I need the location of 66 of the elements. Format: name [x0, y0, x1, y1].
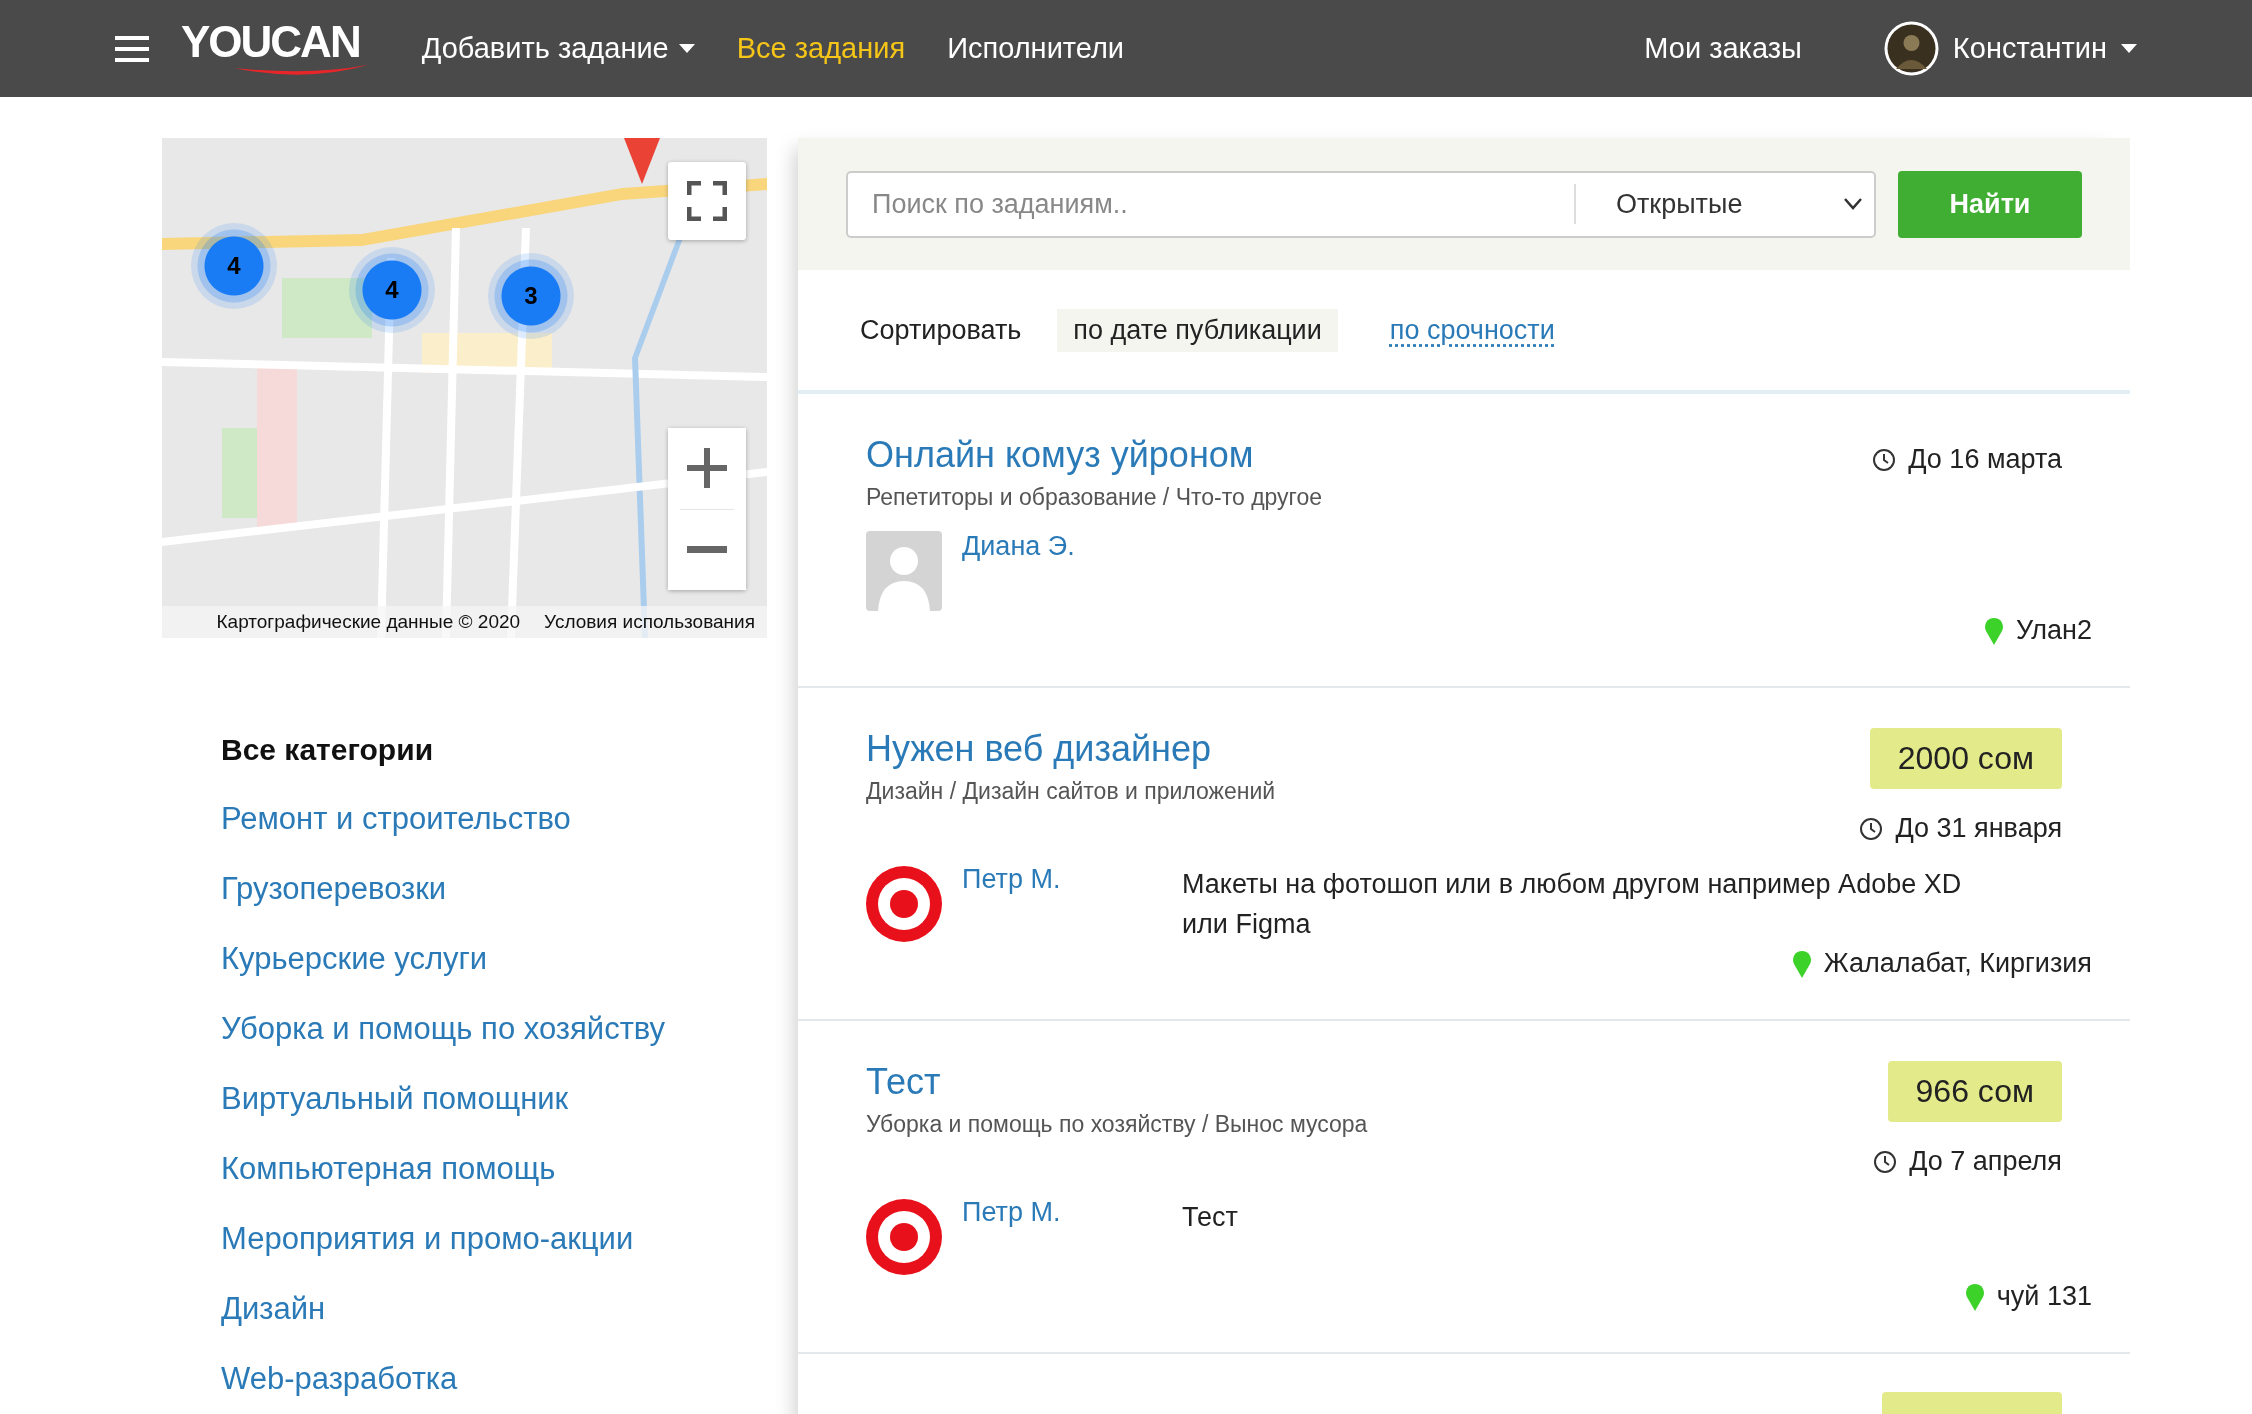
- task-description: Тест: [1182, 1201, 1239, 1234]
- task-category: Дизайн / Дизайн сайтов и приложений: [866, 778, 1277, 805]
- author-link[interactable]: Диана Э.: [962, 531, 1182, 562]
- nav-link[interactable]: Все задания: [736, 32, 906, 65]
- chevron-down-icon: [1844, 198, 1862, 210]
- category-link[interactable]: Дизайн: [221, 1291, 798, 1327]
- author-link[interactable]: Петр М.: [962, 1197, 1182, 1228]
- sort-label: Сортировать: [860, 314, 1022, 346]
- category-link[interactable]: Компьютерная помощь: [221, 1151, 798, 1187]
- avatar-placeholder-icon: [866, 531, 942, 611]
- category-link[interactable]: Ремонт и строительство: [221, 801, 798, 837]
- logo[interactable]: YOUCAN: [181, 18, 372, 79]
- zoom-in-button[interactable]: [668, 428, 746, 509]
- task-title-link[interactable]: Нужен веб дизайнер: [866, 728, 1212, 769]
- task-title-link[interactable]: Онлайн комуз уйроном: [866, 434, 1254, 475]
- price-badge: 966 сом: [1887, 1061, 2062, 1122]
- sort-option[interactable]: по срочности: [1373, 308, 1571, 352]
- nav-link[interactable]: Добавить задание: [421, 32, 695, 65]
- user-menu[interactable]: Константин: [1952, 32, 2137, 65]
- task-category: Уборка и помощь по хозяйству / Вынос мусора: [866, 1111, 1369, 1138]
- location-pin-icon: [1791, 949, 1812, 978]
- category-link[interactable]: Виртуальный помощник: [221, 1081, 798, 1117]
- location-pin-icon: [1964, 1282, 1985, 1311]
- terms-link[interactable]: Условия использования: [544, 611, 755, 633]
- category-link[interactable]: Курьерские услуги: [221, 941, 798, 977]
- category-link[interactable]: Web-разработка: [221, 1361, 798, 1397]
- price-badge: 2000 сом: [1869, 728, 2062, 789]
- sort-option[interactable]: по дате публикации: [1057, 308, 1338, 352]
- task-deadline: До 7 апреля: [1909, 1146, 2062, 1177]
- map-pin-icon[interactable]: [624, 138, 660, 184]
- map-data-credit: Картографические данные © 2020: [216, 611, 521, 633]
- menu-icon[interactable]: [115, 35, 149, 62]
- fullscreen-icon: [687, 181, 727, 221]
- map-cluster-marker[interactable]: 3: [488, 253, 574, 339]
- minus-icon: [687, 545, 727, 554]
- category-link[interactable]: Мероприятия и промо-акции: [221, 1221, 798, 1257]
- task-title-link[interactable]: Тест: [866, 1061, 941, 1102]
- nav-link[interactable]: Мои заказы: [1644, 32, 1802, 65]
- zoom-out-button[interactable]: [668, 509, 746, 590]
- fullscreen-button[interactable]: [668, 162, 746, 240]
- task-deadline: До 31 января: [1895, 813, 2062, 844]
- map-cluster-marker[interactable]: 4: [191, 223, 277, 309]
- task-deadline: До 16 марта: [1908, 444, 2062, 475]
- author-link[interactable]: Петр М.: [962, 864, 1182, 895]
- search-button[interactable]: Найти: [1898, 170, 2082, 238]
- task-category: Репетиторы и образование / Что-то другое: [866, 484, 1324, 511]
- task-description: Макеты на фотошоп или в любом другом например Adobe XD или Figma: [1182, 868, 1963, 941]
- task-location: Жалалабат, Киргизия: [1823, 948, 2092, 979]
- target-icon: [866, 1197, 942, 1277]
- task-location: Улан2: [2015, 615, 2092, 646]
- task-location: чуй 131: [1996, 1281, 2092, 1312]
- categories-heading: Все категории: [221, 733, 435, 767]
- clock-icon: [1873, 1149, 1898, 1174]
- category-link[interactable]: Грузоперевозки: [221, 871, 798, 907]
- clock-icon: [1872, 447, 1897, 472]
- status-select[interactable]: Открытые: [1574, 184, 1874, 224]
- caret-icon: [2121, 43, 2137, 54]
- search-field[interactable]: Поиск по заданиям.. Открытые: [846, 170, 1876, 238]
- nav-link[interactable]: Исполнители: [947, 32, 1125, 65]
- map-cluster-marker[interactable]: 4: [349, 247, 435, 333]
- clock-icon: [1859, 816, 1884, 841]
- location-pin-icon: [1983, 616, 2004, 645]
- category-link[interactable]: Уборка и помощь по хозяйству: [221, 1011, 798, 1047]
- avatar-icon[interactable]: [1883, 21, 1939, 76]
- plus-icon: [687, 448, 727, 489]
- target-icon: [866, 864, 942, 944]
